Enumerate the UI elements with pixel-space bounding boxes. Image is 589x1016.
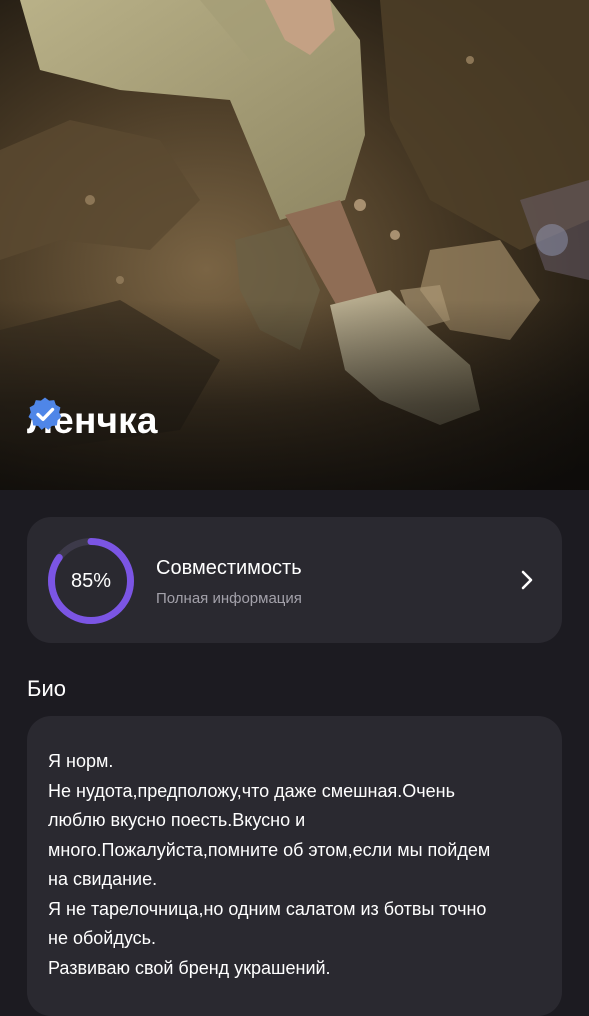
- photo-gradient-overlay: [0, 300, 589, 490]
- bio-heading: Био: [27, 676, 66, 701]
- bio-text: Я норм. Не нудота,предположу,что даже см…: [48, 747, 542, 983]
- bio-line: на свидание.: [48, 869, 158, 889]
- chevron-right-icon[interactable]: [520, 569, 534, 591]
- name-row: Ленчка: [27, 396, 158, 446]
- bio-line: много.Пожалуйста,помните об этом,если мы…: [48, 839, 491, 860]
- bio-line: Развиваю свой бренд украшений.: [48, 957, 331, 978]
- compatibility-title: Совместимость: [156, 557, 302, 579]
- profile-photo[interactable]: Ленчка: [0, 0, 589, 490]
- bio-line: Не нудота,предположу,что даже смешная.Оч…: [48, 780, 455, 801]
- bio-line: люблю вкусно поесть.Вкусно и: [48, 810, 306, 830]
- bio-line: Я норм.: [48, 751, 114, 771]
- bio-card: Я норм. Не нудота,предположу,что даже см…: [27, 716, 562, 1016]
- bio-line: не обойдусь.: [48, 928, 157, 948]
- compatibility-card[interactable]: 85% Совместимость Полная информация: [27, 517, 562, 643]
- verified-badge-icon: [28, 397, 62, 430]
- compatibility-percent: 85%: [70, 569, 112, 592]
- profile-content: 85% Совместимость Полная информация Био …: [0, 490, 589, 1016]
- compatibility-subtitle: Полная информация: [156, 590, 302, 607]
- bio-line: Я не тарелочница,но одним салатом из бот…: [48, 898, 487, 919]
